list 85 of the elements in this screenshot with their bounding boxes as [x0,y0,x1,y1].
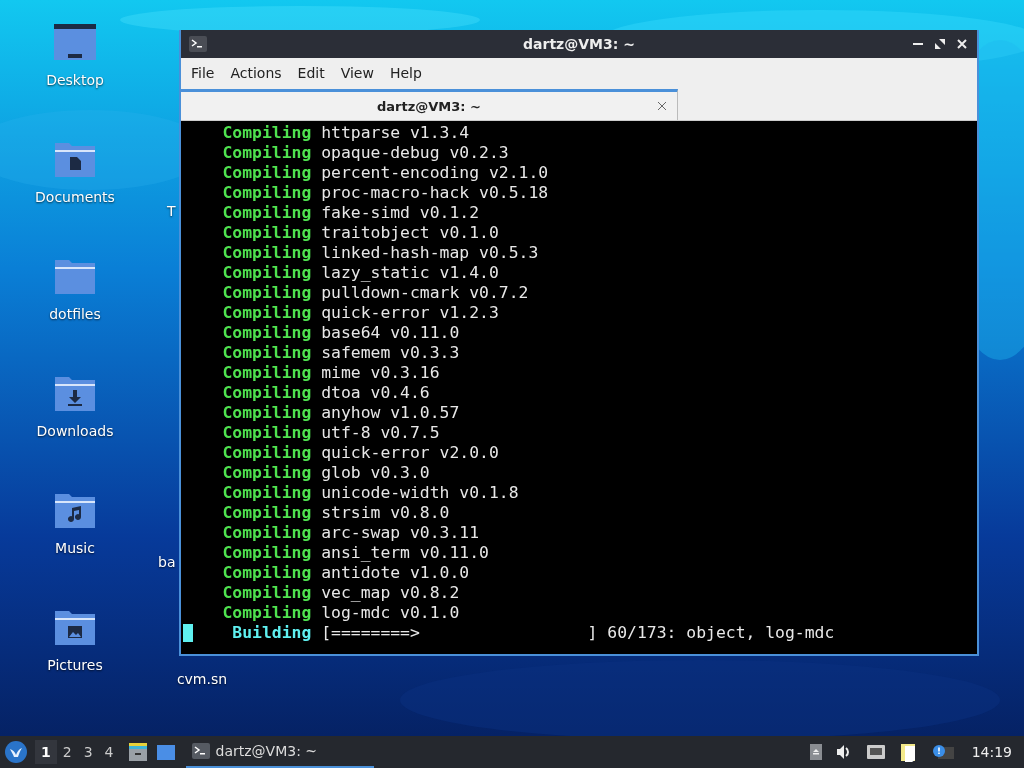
volume-icon[interactable] [835,744,852,760]
build-status: Building [231,623,312,642]
terminal-text: glob v0.3.0 [321,463,430,482]
build-status: Compiling [221,603,312,622]
build-status: Compiling [221,143,312,162]
terminal-text: arc-swap v0.3.11 [321,523,480,542]
build-status: Compiling [221,503,312,522]
terminal-text: [========> ] 60/173: object, log-mdc [321,623,835,642]
menu-item[interactable]: Edit [289,65,333,81]
window-icon[interactable] [155,742,176,762]
terminal-text: antidote v1.0.0 [321,563,470,582]
terminal-text: quick-error v1.2.3 [321,303,499,322]
build-status: Compiling [221,483,312,502]
build-status: Compiling [221,463,312,482]
build-status: Compiling [221,183,312,202]
terminal-text: fake-simd v0.1.2 [321,203,480,222]
build-status: Compiling [221,403,312,422]
terminal-text: traitobject v0.1.0 [321,223,499,242]
icon-label: Downloads [36,423,114,439]
build-status: Compiling [221,583,312,602]
terminal-text: unicode-width v0.1.8 [321,483,519,502]
build-status: Compiling [221,423,312,442]
terminal-text: linked-hash-map v0.5.3 [321,243,539,262]
close-icon[interactable] [657,101,667,111]
terminal-icon [191,743,210,759]
icon-label: Desktop [46,72,104,88]
build-status: Compiling [221,543,312,562]
build-status: Compiling [221,523,312,542]
build-status: Compiling [221,323,312,342]
terminal-text: strsim v0.8.0 [321,503,450,522]
workspace-button[interactable]: 4 [98,740,120,764]
build-status: Compiling [221,383,312,402]
build-status: Compiling [221,443,312,462]
terminal-text: percent-encoding v2.1.0 [321,163,549,182]
terminal-text: opaque-debug v0.2.3 [321,143,509,162]
terminal-text: safemem v0.3.3 [321,343,460,362]
menu-item[interactable]: File [183,65,223,81]
icon-label: Documents [35,189,115,205]
terminal-text: proc-macro-hack v0.5.18 [321,183,549,202]
build-status: Compiling [221,203,312,222]
build-status: Compiling [221,163,312,182]
menu-item[interactable]: Help [381,65,430,81]
maximize-icon[interactable] [935,39,945,49]
build-status: Compiling [221,123,312,142]
build-status: Compiling [221,263,312,282]
menu-item[interactable]: View [332,65,382,81]
terminal-text: lazy_static v1.4.0 [321,263,499,282]
workspace-button[interactable]: 3 [77,740,99,764]
build-status: Compiling [221,563,312,582]
file-cabinet-icon[interactable] [127,742,148,762]
build-status: Compiling [221,363,312,382]
terminal-text: quick-error v2.0.0 [321,443,499,462]
menu-item[interactable]: Actions [222,65,290,81]
terminal-text: ansi_term v0.11.0 [321,543,489,562]
workspace-button[interactable]: 2 [56,740,78,764]
terminal-text: log-mdc v0.1.0 [321,603,460,622]
icon-label: T [167,203,176,219]
eject-icon[interactable] [809,744,822,760]
terminal-text: mime v0.3.16 [321,363,440,382]
terminal-text: pulldown-cmark v0.7.2 [321,283,529,302]
icon-label: dotfiles [49,306,101,322]
icon-label: Music [55,540,95,556]
terminal-text: anyhow v1.0.57 [321,403,460,422]
icon-label: Pictures [47,657,103,673]
clock: 14:19 [971,744,1012,760]
window-title: dartz@VM3: ~ [523,36,635,52]
tab[interactable]: dartz@VM3: ~ [181,89,678,120]
build-status: Compiling [221,223,312,242]
terminal-text: dtoa v0.4.6 [321,383,430,402]
terminal-icon [189,36,207,52]
clipboard-icon[interactable] [899,742,918,762]
notification-icon[interactable] [931,744,954,760]
icon-label: ba [158,554,176,570]
terminal-text: httparse v1.3.4 [321,123,470,142]
build-status: Compiling [221,303,312,322]
desktop-icon[interactable] [53,22,97,62]
build-status: Compiling [221,343,312,362]
icon-label: cvm.sn [175,671,229,687]
build-status: Compiling [221,243,312,262]
workspace-button[interactable]: 1 [35,740,57,764]
terminal-text: vec_map v0.8.2 [321,583,460,602]
task-button[interactable]: dartz@VM3: ~ [185,736,374,768]
terminal-text: utf-8 v0.7.5 [321,423,440,442]
terminal-text: base64 v0.11.0 [321,323,460,342]
build-status: Compiling [221,283,312,302]
